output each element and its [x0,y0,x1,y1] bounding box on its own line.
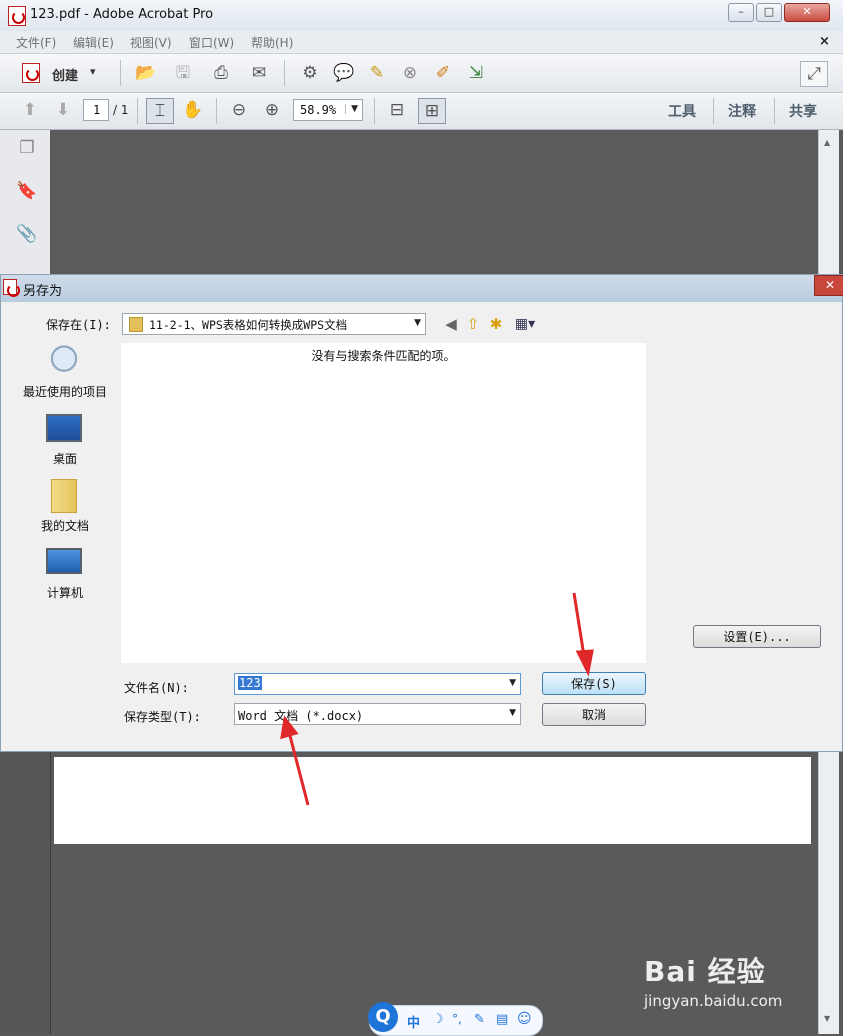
ime-toolbar[interactable]: Q 中 ☽ °, ✎ ▤ ☺ [368,1002,543,1036]
smiley-icon[interactable]: ☺ [517,1011,532,1027]
arrow-to-save-button [572,592,594,677]
watermark-url: jingyan.baidu.com [644,992,783,1010]
moon-icon[interactable]: ☽ [432,1012,444,1027]
arrow-to-filetype [280,715,310,806]
watermark-brand: Bai 经验 [644,955,766,988]
ime-language[interactable]: 中 [407,1012,420,1031]
annotation-arrows [280,592,594,806]
clipboard-icon[interactable]: ▤ [496,1012,508,1027]
ime-logo-icon: Q [368,1002,398,1032]
baidu-watermark: Bai 经验 jingyan.baidu.com [644,950,782,1010]
punctuation-icon[interactable]: °, [452,1012,462,1026]
wrench-icon[interactable]: ✎ [474,1012,485,1027]
